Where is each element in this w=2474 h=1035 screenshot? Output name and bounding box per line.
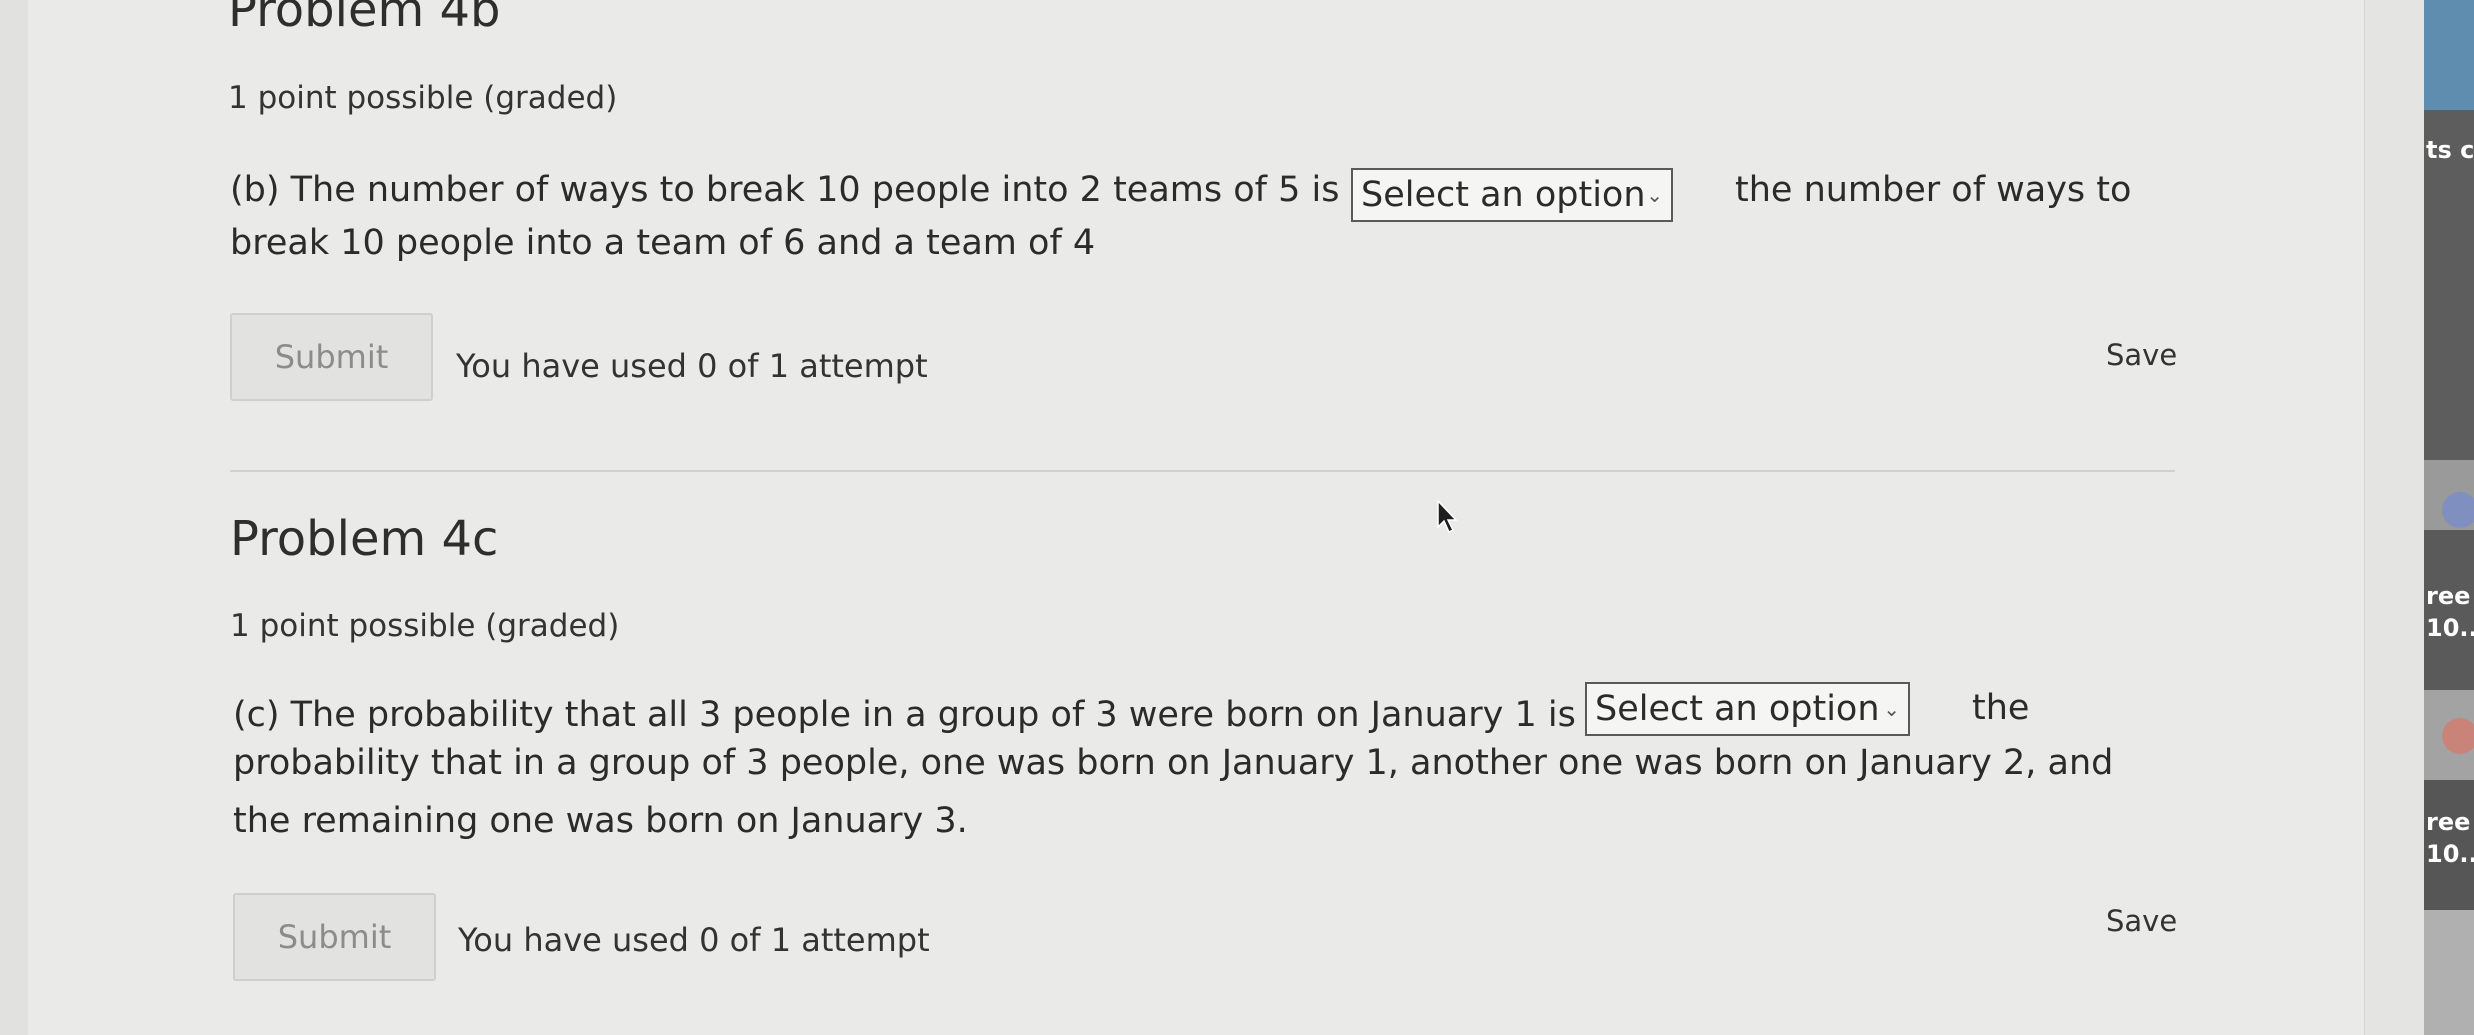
problem-4c-question-line3: the remaining one was born on January 3.: [233, 801, 968, 841]
section-divider: [230, 470, 2175, 472]
problem-4b-question-line2: break 10 people into a team of 6 and a t…: [230, 223, 1096, 263]
problem-4b-points: 1 point possible (graded): [228, 80, 618, 116]
select-value: Select an option: [1361, 175, 1646, 215]
problem-4b-submit-button[interactable]: Submit: [230, 313, 433, 401]
problem-4b-answer-select[interactable]: Select an option ⌄: [1351, 168, 1673, 222]
problem-4c-title: Problem 4c: [230, 511, 499, 567]
problem-4b-question-start: (b) The number of ways to break 10 peopl…: [230, 170, 1340, 210]
problem-4c-points: 1 point possible (graded): [230, 608, 620, 644]
mouse-pointer-icon: [1437, 499, 1458, 534]
problem-4c-question-start: (c) The probability that all 3 people in…: [233, 695, 1576, 735]
partial-side-window: ts c ree 10.. ree 10..: [2424, 0, 2474, 1035]
problem-4b-question-end: the number of ways to: [1735, 170, 2132, 210]
chevron-down-icon: ⌄: [1646, 183, 1663, 207]
chevron-down-icon: ⌄: [1883, 697, 1900, 721]
problem-4c-save-button[interactable]: Save: [2106, 904, 2177, 938]
problem-4c-question-end: the: [1972, 688, 2030, 728]
avatar: [2442, 492, 2474, 528]
problem-4c-submit-button[interactable]: Submit: [233, 893, 436, 981]
select-value: Select an option: [1595, 689, 1880, 729]
problem-4c-answer-select[interactable]: Select an option ⌄: [1585, 682, 1910, 736]
problem-4b-attempts-text: You have used 0 of 1 attempt: [456, 347, 928, 385]
problem-4b-save-button[interactable]: Save: [2106, 338, 2177, 372]
sidebar-text-fragment: ts c: [2426, 136, 2474, 164]
avatar: [2442, 718, 2474, 754]
problem-4c-attempts-text: You have used 0 of 1 attempt: [458, 921, 930, 959]
sidebar-text-fragment: ree: [2426, 808, 2471, 836]
sidebar-text-fragment: ree: [2426, 582, 2471, 610]
sidebar-dark-block-2: [2424, 530, 2474, 690]
sidebar-gray-block-3: [2424, 910, 2474, 1035]
right-margin-strip: [2364, 0, 2425, 1035]
sidebar-blue-block: [2424, 0, 2474, 110]
problem-4b-title: Problem 4b: [228, 0, 501, 38]
sidebar-text-fragment: 10..: [2426, 840, 2474, 868]
sidebar-text-fragment: 10..: [2426, 614, 2474, 642]
left-gutter: [0, 0, 29, 1035]
problem-4c-question-line2: probability that in a group of 3 people,…: [233, 743, 2114, 783]
